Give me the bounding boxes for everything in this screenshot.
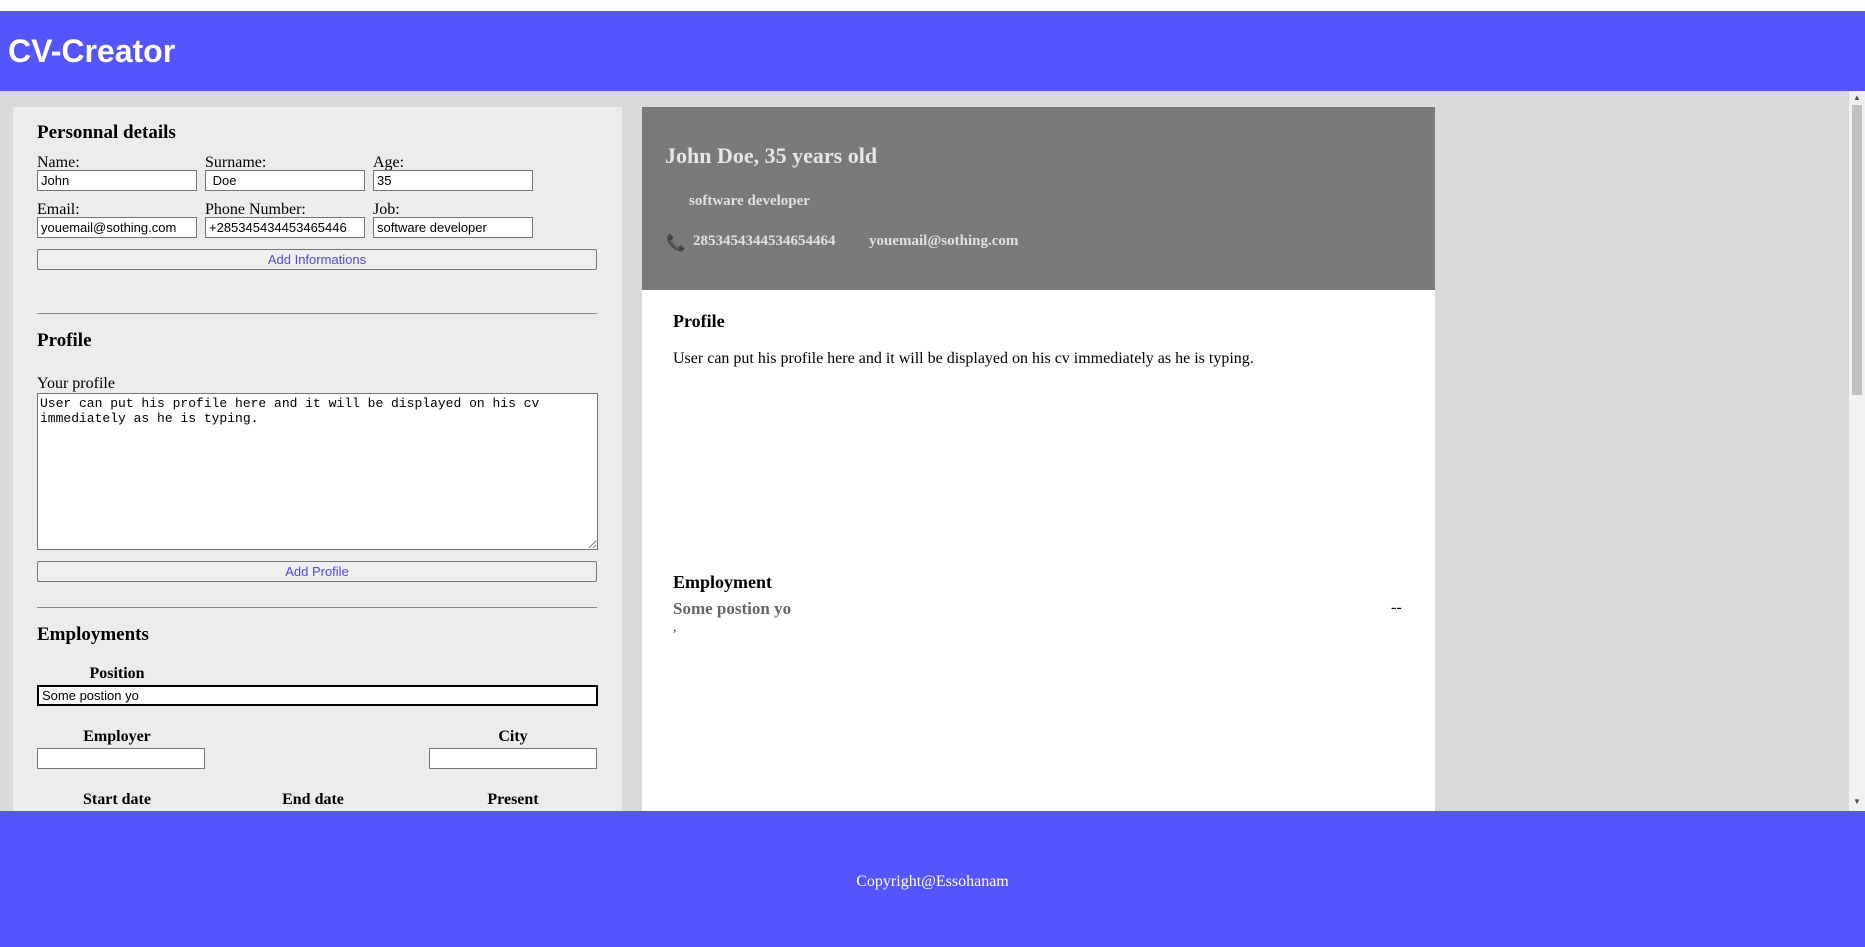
scroll-down-arrow-icon[interactable]: ▼ xyxy=(1852,797,1862,807)
scroll-up-arrow-icon[interactable]: ▲ xyxy=(1852,93,1862,103)
employer-input[interactable] xyxy=(37,748,205,769)
cv-name-line: John Doe, 35 years old xyxy=(665,143,878,168)
employments-title: Employments xyxy=(37,624,149,645)
job-input[interactable] xyxy=(373,217,533,238)
surname-input[interactable] xyxy=(205,170,365,191)
phone-input[interactable] xyxy=(205,217,365,238)
app-footer: Copyright@Essohanam xyxy=(0,811,1865,947)
app-title: CV-Creator xyxy=(8,33,176,69)
add-profile-button[interactable]: Add Profile xyxy=(37,561,597,582)
cv-employment-place: , xyxy=(673,620,677,635)
cv-form-panel: Personnal details Name: Surname: Age: Em… xyxy=(13,107,622,811)
divider xyxy=(37,607,597,608)
email-input[interactable] xyxy=(37,217,197,238)
cv-employment-position: Some postion yo xyxy=(673,599,792,618)
cv-employment-dates: -- xyxy=(1391,599,1402,616)
name-input[interactable] xyxy=(37,170,197,191)
cv-email: youemail@sothing.com xyxy=(869,233,1019,249)
app-header: CV-Creator xyxy=(0,11,1865,91)
start-date-label: Start date xyxy=(83,791,151,808)
copyright-text: Copyright@Essohanam xyxy=(856,873,1009,890)
scroll-thumb[interactable] xyxy=(1852,105,1862,395)
divider xyxy=(37,313,597,314)
cv-job: software developer xyxy=(689,193,810,209)
position-label: Position xyxy=(89,665,145,682)
cv-preview-header: John Doe, 35 years old software develope… xyxy=(642,107,1435,290)
personal-details-title: Personnal details xyxy=(37,122,176,143)
cv-phone: 2853454344534654464 xyxy=(693,233,836,249)
age-input[interactable] xyxy=(373,170,533,191)
city-input[interactable] xyxy=(429,748,597,769)
profile-title: Profile xyxy=(37,330,92,351)
cv-employment-title: Employment xyxy=(673,572,772,592)
profile-textarea[interactable]: User can put his profile here and it wil… xyxy=(37,393,598,550)
phone-icon: 📞 xyxy=(666,235,686,252)
vertical-scrollbar[interactable]: ▲ ▼ xyxy=(1849,91,1865,811)
cv-profile-title: Profile xyxy=(673,311,725,331)
main-area: Personnal details Name: Surname: Age: Em… xyxy=(0,91,1865,811)
add-informations-button[interactable]: Add Informations xyxy=(37,249,597,270)
city-label: City xyxy=(498,728,528,745)
end-date-label: End date xyxy=(282,791,344,808)
present-label: Present xyxy=(487,791,539,808)
cv-profile-text: User can put his profile here and it wil… xyxy=(673,350,1254,367)
position-input[interactable] xyxy=(37,685,598,706)
profile-label: Your profile xyxy=(37,375,115,392)
employer-label: Employer xyxy=(83,728,151,745)
cv-preview: John Doe, 35 years old software develope… xyxy=(642,107,1435,811)
